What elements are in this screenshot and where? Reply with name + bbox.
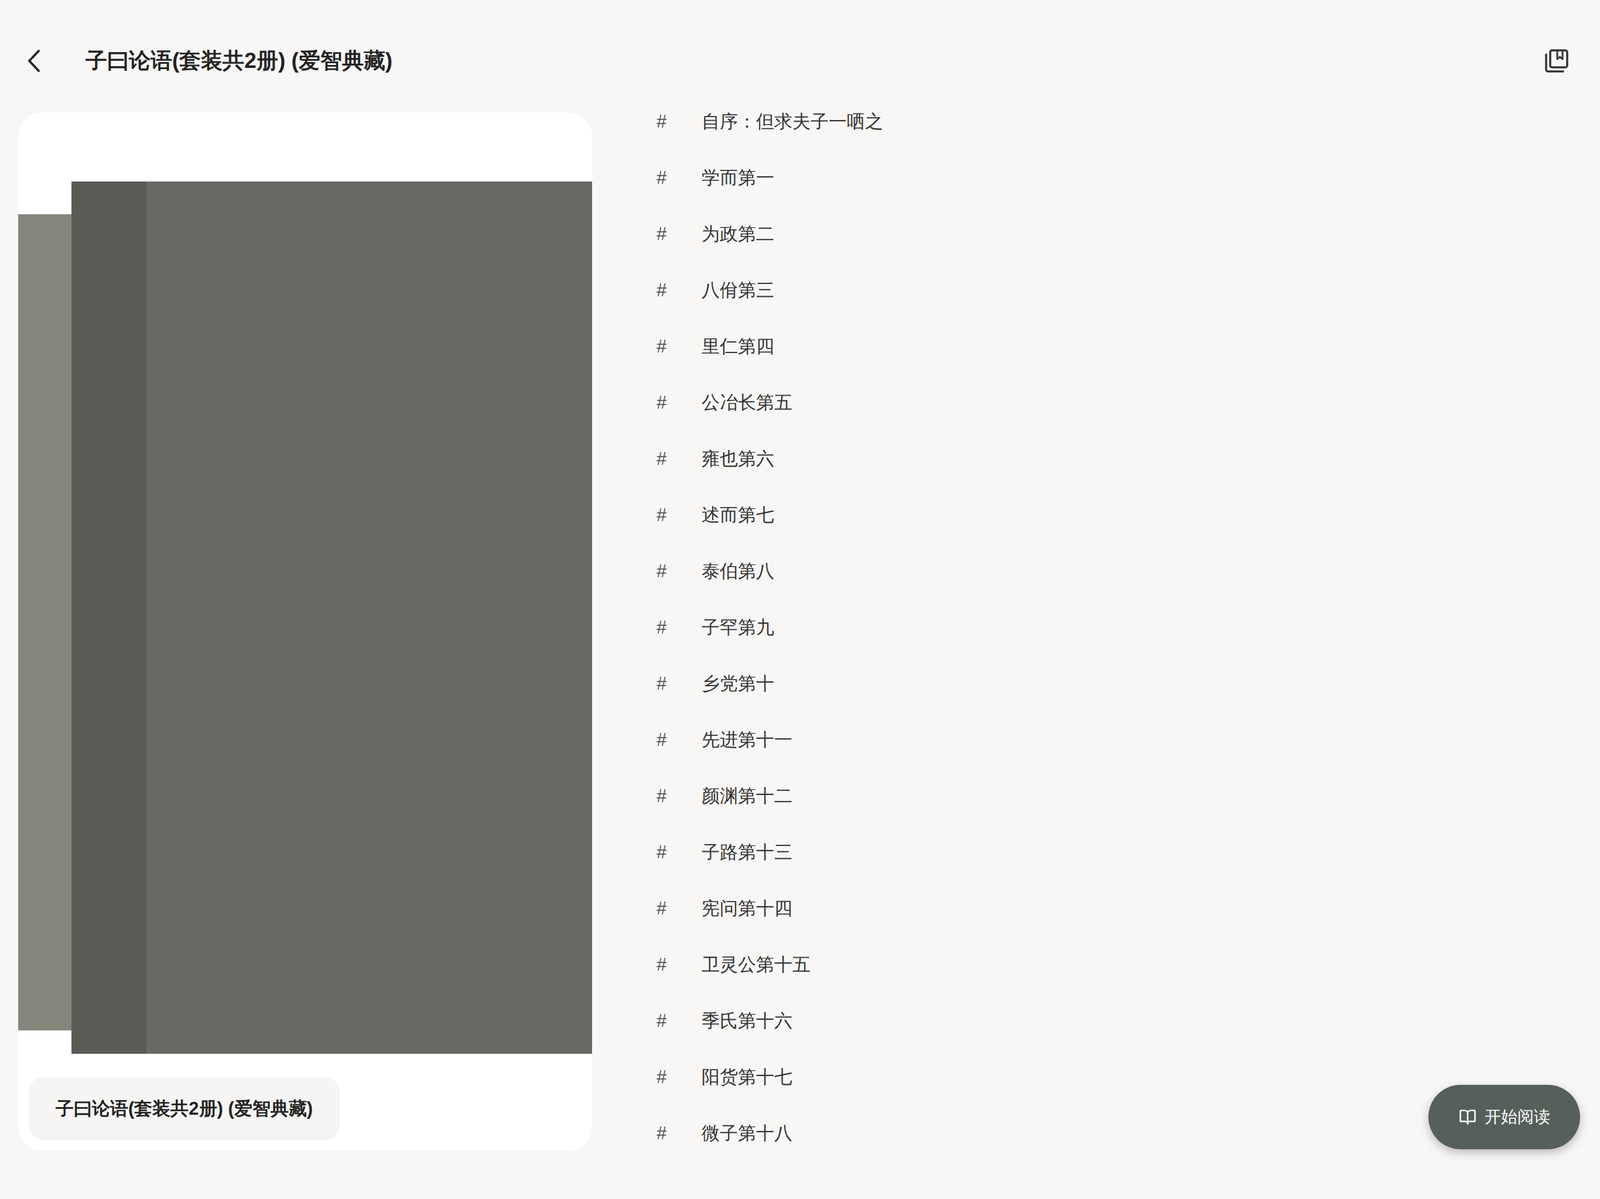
toc-title: 里仁第四 [701, 333, 775, 361]
toc-item[interactable]: #学而第一 [656, 149, 884, 207]
front-volume-spine [71, 181, 147, 1055]
toc-item[interactable]: #子路第十三 [656, 824, 884, 881]
back-arrow-icon [26, 48, 41, 74]
toc-marker: # [656, 951, 702, 980]
toc-title: 八佾第三 [701, 277, 775, 305]
toc-item[interactable]: #为政第二 [656, 206, 884, 263]
toc-item[interactable]: #八佾第三 [656, 262, 884, 319]
toc-title: 季氏第十六 [701, 1007, 793, 1036]
toc-item[interactable]: #颜渊第十二 [656, 768, 884, 825]
front-volume-cover [146, 181, 593, 1055]
toc-marker: # [656, 277, 702, 305]
toc-title: 宪问第十四 [701, 895, 793, 923]
page-title: 子曰论语(套装共2册) (爱智典藏) [85, 44, 393, 78]
toc-item[interactable]: #宪问第十四 [656, 880, 884, 938]
toc-title: 子罕第九 [701, 614, 775, 642]
bookshelf-icon [1544, 48, 1569, 74]
toc-marker: # [656, 501, 702, 530]
book-detail-page: 子曰论语(套装共2册) (爱智典藏)子曰论语(套装共2册) (爱智典藏)#自序：… [0, 0, 1600, 1199]
book-cover [18, 112, 593, 1055]
toc-title: 雍也第六 [701, 445, 775, 474]
toc-marker: # [656, 839, 702, 867]
toc-item[interactable]: #阳货第十七 [656, 1049, 884, 1106]
toc-item[interactable]: #季氏第十六 [656, 993, 884, 1050]
toc-marker: # [656, 1120, 702, 1148]
toc-marker: # [656, 333, 702, 361]
toc-item[interactable]: #乡党第十 [656, 655, 884, 713]
toc-item[interactable]: #微子第十八 [656, 1105, 884, 1162]
toc-title: 公冶长第五 [701, 389, 793, 417]
toc-title: 乡党第十 [701, 670, 775, 699]
toc-title: 先进第十一 [701, 726, 793, 755]
toc-marker: # [656, 895, 702, 923]
toc-marker: # [656, 1007, 702, 1036]
toc-marker: # [656, 220, 702, 249]
toc-marker: # [656, 1064, 702, 1092]
toc-item[interactable]: #雍也第六 [656, 431, 884, 488]
toc-item[interactable]: #里仁第四 [656, 318, 884, 375]
toc-marker: # [656, 389, 702, 417]
toc-title: 学而第一 [701, 164, 775, 193]
start-reading-label: 开始阅读 [1484, 1105, 1551, 1130]
toc-title: 为政第二 [701, 220, 775, 249]
bookshelf-button[interactable] [1540, 44, 1574, 78]
toc-title: 颜渊第十二 [701, 783, 793, 811]
toc-list: #自序：但求夫子一哂之#学而第一#为政第二#八佾第三#里仁第四#公冶长第五#雍也… [656, 93, 884, 1162]
back-volume [18, 214, 72, 1031]
toc-item[interactable]: #泰伯第八 [656, 543, 884, 600]
toc-title: 微子第十八 [701, 1120, 793, 1148]
toc-marker: # [656, 670, 702, 699]
book-caption: 子曰论语(套装共2册) (爱智典藏) [28, 1077, 340, 1141]
toc-title: 泰伯第八 [701, 558, 775, 586]
toc-marker: # [656, 558, 702, 586]
toc-marker: # [656, 783, 702, 811]
toc-marker: # [656, 726, 702, 755]
toc-item[interactable]: #述而第七 [656, 487, 884, 544]
toc-title: 阳货第十七 [701, 1064, 793, 1092]
book-open-icon [1458, 1108, 1477, 1127]
header: 子曰论语(套装共2册) (爱智典藏) [0, 0, 1600, 94]
toc-marker: # [656, 164, 702, 193]
toc-marker: # [656, 108, 702, 136]
book-card: 子曰论语(套装共2册) (爱智典藏) [18, 112, 593, 1151]
toc-item[interactable]: #公冶长第五 [656, 374, 884, 432]
toc-marker: # [656, 614, 702, 642]
start-reading-button[interactable]: 开始阅读 [1428, 1085, 1581, 1150]
toc-item[interactable]: #先进第十一 [656, 712, 884, 769]
toc-marker: # [656, 445, 702, 474]
toc-title: 子路第十三 [701, 839, 793, 867]
toc-title: 述而第七 [701, 501, 775, 530]
toc-item[interactable]: #子罕第九 [656, 599, 884, 656]
back-button[interactable] [23, 44, 45, 78]
content: 子曰论语(套装共2册) (爱智典藏)#自序：但求夫子一哂之#学而第一#为政第二#… [0, 93, 1600, 1162]
toc-item[interactable]: #卫灵公第十五 [656, 937, 884, 994]
toc-item[interactable]: #自序：但求夫子一哂之 [656, 93, 884, 150]
toc-title: 自序：但求夫子一哂之 [701, 108, 884, 136]
toc-title: 卫灵公第十五 [701, 951, 811, 980]
